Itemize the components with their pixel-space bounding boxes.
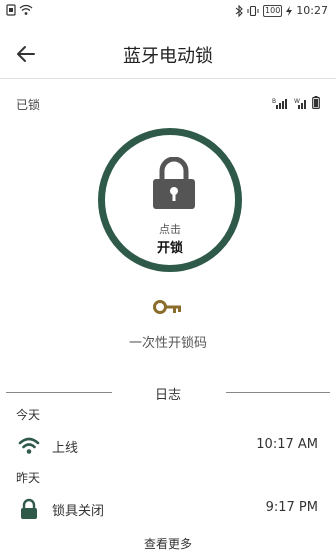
app-header: 蓝牙电动锁 (0, 30, 336, 78)
lock-state-label: 已锁 (16, 98, 41, 112)
log-day-today: 今天 (16, 408, 41, 422)
log-entry: 上线 10:17 AM (0, 430, 336, 460)
wifi-signal-icon: W (294, 98, 306, 109)
bluetooth-icon (235, 4, 243, 17)
key-icon (153, 300, 181, 314)
wifi-status-icon (19, 4, 33, 15)
status-bar: 100 10:27 (0, 0, 336, 24)
battery-icon (312, 96, 320, 109)
sim-icon (6, 4, 16, 16)
battery-indicator: 100 (263, 4, 283, 17)
log-title: 日志 (154, 388, 181, 403)
device-signal: B W (272, 96, 320, 109)
status-left (6, 4, 33, 16)
svg-text:W: W (294, 98, 300, 105)
tap-label: 点击 (159, 223, 181, 236)
log-entry-text: 上线 (52, 441, 79, 456)
status-time: 10:27 (296, 4, 328, 17)
unlock-label: 开锁 (156, 241, 183, 256)
wifi-icon (18, 437, 40, 454)
one-time-code-label: 一次性开锁码 (128, 336, 207, 351)
charging-icon (286, 5, 293, 16)
svg-text:B: B (272, 98, 276, 105)
unlock-button[interactable]: 点击 开锁 (98, 128, 242, 272)
padlock-icon (153, 157, 195, 209)
one-time-code-button[interactable]: 一次性开锁码 (0, 298, 336, 351)
log-entry-text: 锁具关闭 (52, 504, 105, 519)
view-more-link[interactable]: 查看更多 (0, 535, 336, 552)
page-title: 蓝牙电动锁 (123, 46, 213, 67)
log-day-yesterday: 昨天 (16, 471, 41, 485)
status-right: 100 10:27 (235, 4, 328, 17)
log-entry-time: 10:17 AM (256, 437, 318, 452)
header-divider (0, 78, 336, 79)
log-entry-time: 9:17 PM (265, 500, 318, 515)
bluetooth-signal-icon: B (272, 98, 287, 109)
lock-icon (21, 498, 37, 519)
log-entry: 锁具关闭 9:17 PM (0, 493, 336, 523)
vibrate-icon (247, 5, 259, 16)
